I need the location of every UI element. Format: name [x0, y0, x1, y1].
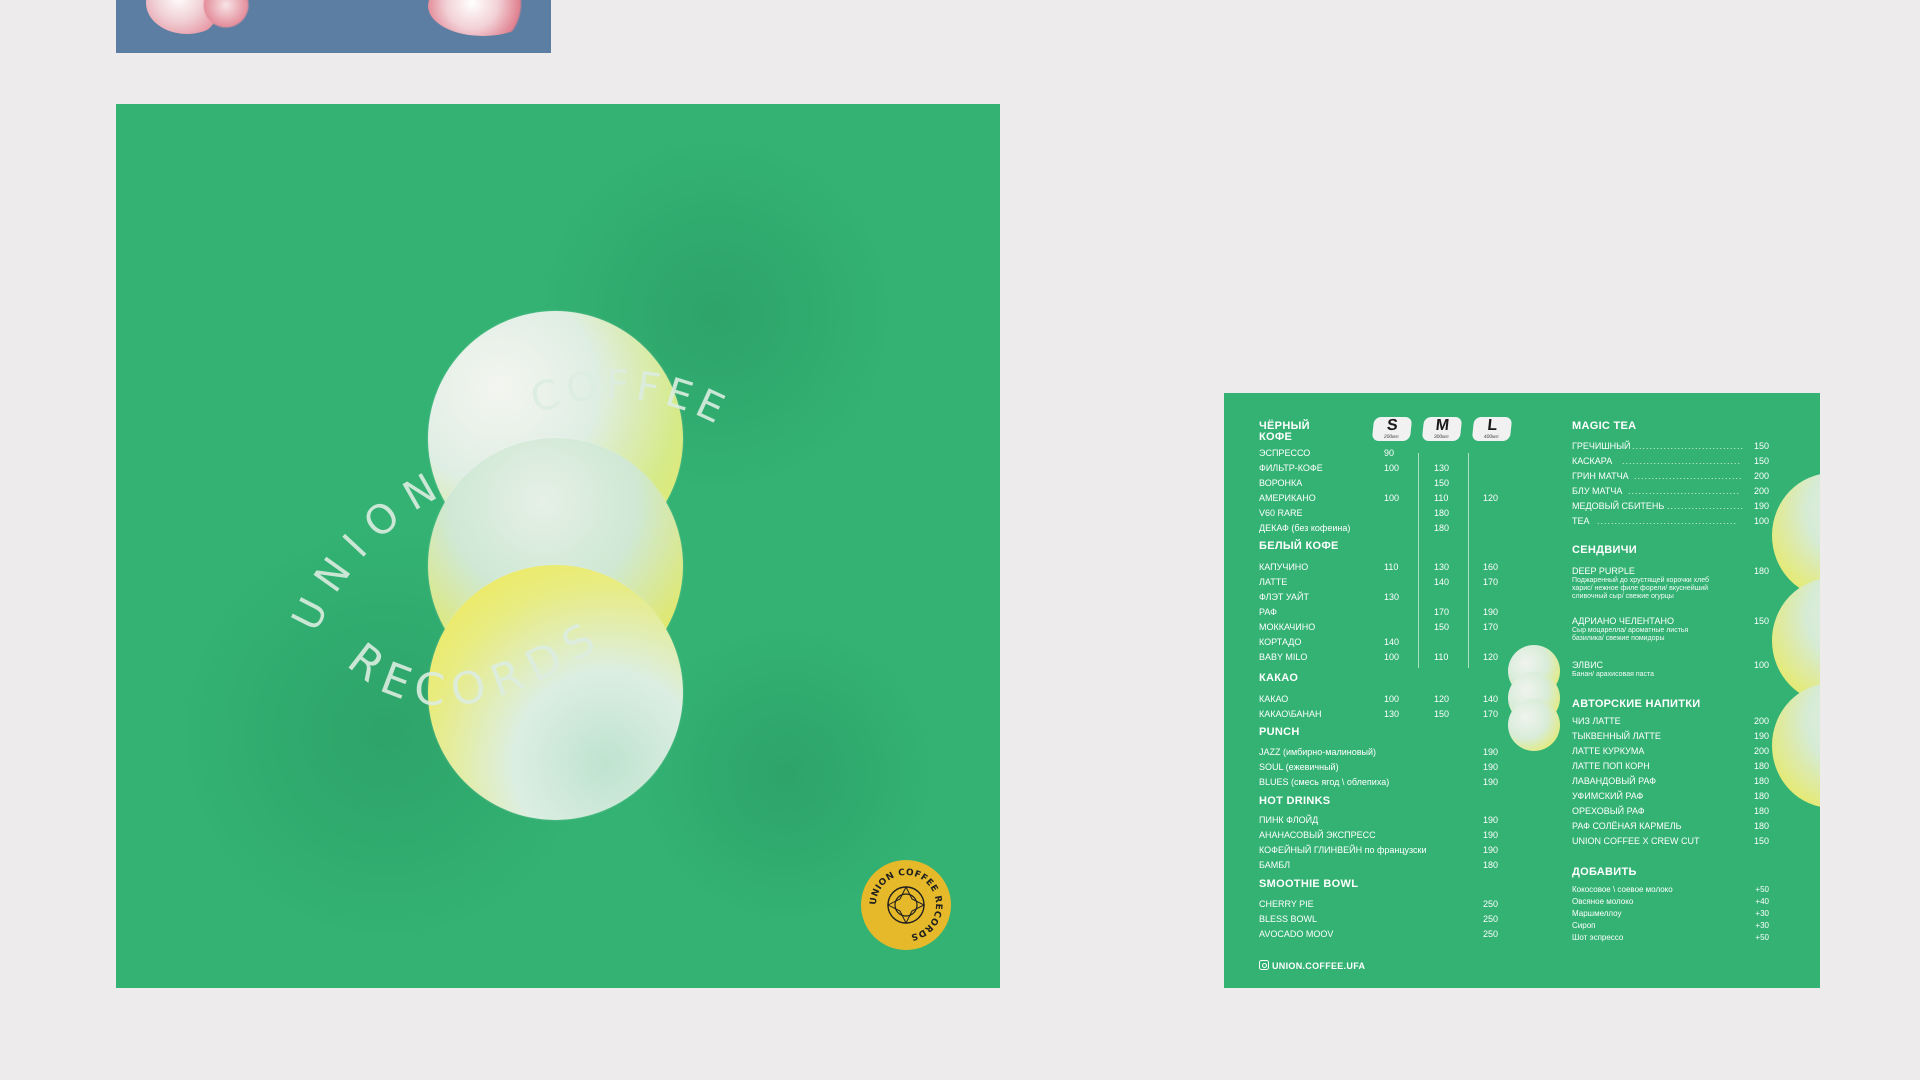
- list-item: ЧИЗ ЛАТТЕ 200: [1572, 716, 1769, 726]
- item-description: Сыр моцарелла/ ароматные листья базилика…: [1572, 627, 1689, 642]
- ring-text-coffee: COFFEE: [525, 362, 736, 435]
- section-title-addons: ДОБАВИТЬ: [1572, 866, 1637, 878]
- size-badge-s: S 200мл: [1371, 417, 1413, 441]
- section-title-magic-tea: MAGIC TEA: [1572, 420, 1637, 432]
- list-item: Сироп +30: [1572, 921, 1769, 930]
- list-item: ЛАВАНДОВЫЙ РАФ 180: [1572, 776, 1769, 786]
- section-title-black-coffee: ЧЁРНЫЙ КОФЕ: [1259, 420, 1310, 443]
- instagram-icon: [1259, 960, 1269, 970]
- list-item: Шот эспрессо +50: [1572, 933, 1769, 942]
- item-description: Банан/ арахисовая паста: [1572, 671, 1655, 678]
- ring-text-union: UNION: [283, 458, 456, 638]
- section-title-smoothie-bowl: SMOOTHIE BOWL: [1259, 878, 1359, 890]
- list-item: ГРЕЧИШНЫЙ...............................…: [1572, 441, 1769, 451]
- list-item: ЛАТТЕ ПОП КОРН 180: [1572, 761, 1769, 771]
- menu-board: S 200мл M 300мл L 400мл ЧЁРНЫЙ КОФЕ ЭСПР…: [1224, 393, 1820, 988]
- column-divider: [1418, 453, 1419, 668]
- union-coffee-sticker: UNION COFFEE RECORDS: [861, 860, 951, 950]
- instagram-handle: UNION.COFFEE.UFA: [1259, 960, 1365, 971]
- list-item: TEA.....................................…: [1572, 516, 1769, 526]
- banner-blob-right: [428, 0, 538, 36]
- item-description: Поджаренный до хрустящей корочки хлеб ха…: [1572, 577, 1710, 600]
- list-item: АДРИАНО ЧЕЛЕНТАНО 150: [1572, 616, 1769, 626]
- list-item: ОРЕХОВЫЙ РАФ 180: [1572, 806, 1769, 816]
- list-item: Маршмеллоу +30: [1572, 909, 1769, 918]
- column-divider: [1468, 453, 1469, 668]
- size-badge-m: M 300мл: [1421, 417, 1463, 441]
- menu-sphere-right: [1772, 683, 1820, 808]
- poster-cover: COFFEE UNION RECORDS UNION COFFEE RECORD…: [116, 104, 1000, 988]
- list-item: Овсяное молоко +40: [1572, 897, 1769, 906]
- list-item: ЛАТТЕ КУРКУМА 200: [1572, 746, 1769, 756]
- section-title-signature-drinks: АВТОРСКИЕ НАПИТКИ: [1572, 698, 1701, 710]
- section-title-sandwiches: СЕНДВИЧИ: [1572, 544, 1637, 556]
- list-item: РАФ СОЛЁНАЯ КАРМЕЛЬ 180: [1572, 821, 1769, 831]
- menu-sphere-right: [1772, 578, 1820, 703]
- list-item: DEEP PURPLE 180: [1572, 566, 1769, 576]
- list-item: Кокосовое \ соевое молоко +50: [1572, 885, 1769, 894]
- list-item: UNION COFFEE X CREW CUT 150: [1572, 836, 1769, 846]
- section-title-punch: PUNCH: [1259, 726, 1300, 738]
- list-item: ЭЛВИС 100: [1572, 660, 1769, 670]
- menu-mini-sphere: [1508, 699, 1560, 751]
- list-item: ТЫКВЕННЫЙ ЛАТТЕ 190: [1572, 731, 1769, 741]
- list-item: УФИМСКИЙ РАФ 180: [1572, 791, 1769, 801]
- list-item: МЕДОВЫЙ СБИТЕНЬ...................... 190: [1572, 501, 1769, 511]
- ring-text-records: RECORDS: [338, 609, 612, 718]
- menu-sphere-right: [1772, 473, 1820, 598]
- top-banner-strip: [116, 0, 551, 53]
- ring-text-graphic: COFFEE UNION RECORDS: [283, 362, 736, 718]
- list-item: ГРИН МАТЧА..............................…: [1572, 471, 1769, 481]
- section-title-white-coffee: БЕЛЫЙ КОФЕ: [1259, 540, 1339, 552]
- section-title-cocoa: КАКАО: [1259, 672, 1299, 684]
- list-item: БЛУ МАТЧА...............................…: [1572, 486, 1769, 496]
- list-item: КАСКАРА.................................…: [1572, 456, 1769, 466]
- sticker-text: UNION COFFEE RECORDS: [869, 868, 943, 942]
- section-title-hot-drinks: HOT DRINKS: [1259, 795, 1331, 807]
- size-badge-l: L 400мл: [1471, 417, 1513, 441]
